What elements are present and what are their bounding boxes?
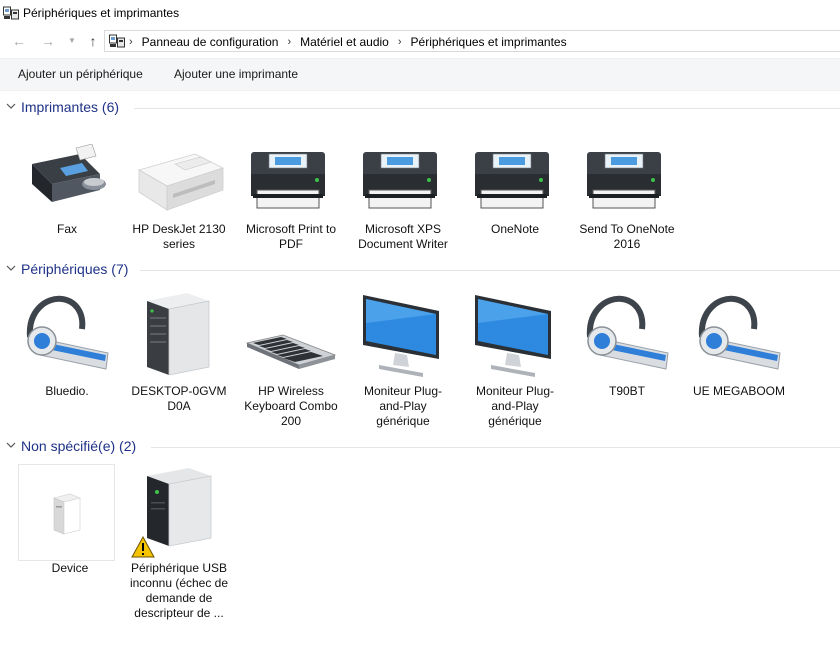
device-label: Bluedio. xyxy=(45,384,89,398)
address-bar: ← → ▼ ↑ › Panneau de configuration › Mat… xyxy=(0,26,840,56)
headset-icon xyxy=(26,295,109,370)
recent-locations-chevron-icon[interactable]: ▼ xyxy=(64,33,80,49)
chevron-down-icon[interactable] xyxy=(6,263,16,273)
fax-icon xyxy=(32,144,106,202)
headset-icon xyxy=(586,295,669,370)
add-device-button[interactable]: Ajouter un périphérique xyxy=(18,67,143,81)
command-bar: Ajouter un périphérique Ajouter une impr… xyxy=(0,58,840,91)
title-bar: Périphériques et imprimantes xyxy=(0,0,840,26)
breadcrumb-separator-icon[interactable]: › xyxy=(129,36,133,48)
device-label: Moniteur Plug-and-Play générique xyxy=(363,384,443,428)
warning-icon xyxy=(131,536,155,558)
device-label: HP Wireless Keyboard Combo 200 xyxy=(244,384,338,428)
device-label: Microsoft Print to PDF xyxy=(245,222,337,251)
device-label: HP DeskJet 2130 series xyxy=(132,222,226,251)
breadcrumb-separator-icon[interactable]: › xyxy=(398,36,402,48)
window-title: Périphériques et imprimantes xyxy=(23,6,180,20)
printer-icon xyxy=(587,152,661,209)
breadcrumb-separator-icon[interactable]: › xyxy=(287,36,291,48)
group-divider xyxy=(151,447,840,448)
group-header-printers[interactable]: Imprimantes (6) xyxy=(0,98,840,118)
breadcrumb-control-panel[interactable]: Panneau de configuration xyxy=(142,35,279,49)
monitor-icon xyxy=(363,295,439,377)
printer-icon xyxy=(251,152,325,209)
add-printer-button[interactable]: Ajouter une imprimante xyxy=(174,67,298,81)
device-label: UE MEGABOOM xyxy=(692,384,785,398)
forward-arrow-icon[interactable]: → xyxy=(40,33,56,49)
device-label: DESKTOP-0GVM D0A xyxy=(131,384,227,413)
breadcrumb-devices-printers[interactable]: Périphériques et imprimantes xyxy=(411,35,567,49)
headset-icon xyxy=(698,295,781,370)
monitor-icon xyxy=(475,295,551,377)
up-arrow-icon[interactable]: ↑ xyxy=(85,33,101,49)
group-title-devices: Périphériques (7) xyxy=(21,261,129,277)
devices-printers-icon xyxy=(109,34,125,48)
device-label: OneNote xyxy=(490,222,540,236)
group-header-unspecified[interactable]: Non spécifié(e) (2) xyxy=(0,437,840,457)
printer-icon xyxy=(475,152,549,209)
group-divider xyxy=(140,270,840,271)
address-field[interactable]: › Panneau de configuration › Matériel et… xyxy=(104,30,840,52)
inkjet-printer-icon xyxy=(137,153,225,211)
group-header-devices[interactable]: Périphériques (7) xyxy=(0,260,840,280)
device-label: Microsoft XPS Document Writer xyxy=(358,222,448,251)
chevron-down-icon[interactable] xyxy=(6,101,16,111)
device-label: Périphérique USB inconnu (échec de deman… xyxy=(129,561,229,620)
back-arrow-icon[interactable]: ← xyxy=(11,33,27,49)
chevron-down-icon[interactable] xyxy=(6,440,16,450)
group-divider xyxy=(134,108,840,109)
device-label: T90BT xyxy=(608,384,645,398)
device-label: Fax xyxy=(56,222,77,236)
keyboard-icon xyxy=(245,334,337,369)
breadcrumb-hardware-sound[interactable]: Matériel et audio xyxy=(300,35,389,49)
device-label: Device xyxy=(51,561,89,575)
device-label: Send To OneNote 2016 xyxy=(579,222,675,251)
devices-printers-icon xyxy=(3,6,19,20)
group-title-printers: Imprimantes (6) xyxy=(21,99,120,115)
generic-device-icon xyxy=(53,493,81,535)
device-label: Moniteur Plug-and-Play générique xyxy=(475,384,555,428)
printer-icon xyxy=(363,152,437,209)
group-title-unspecified: Non spécifié(e) (2) xyxy=(21,438,137,454)
breadcrumb: › Panneau de configuration › Matériel et… xyxy=(129,35,567,49)
computer-tower-icon xyxy=(147,293,210,375)
